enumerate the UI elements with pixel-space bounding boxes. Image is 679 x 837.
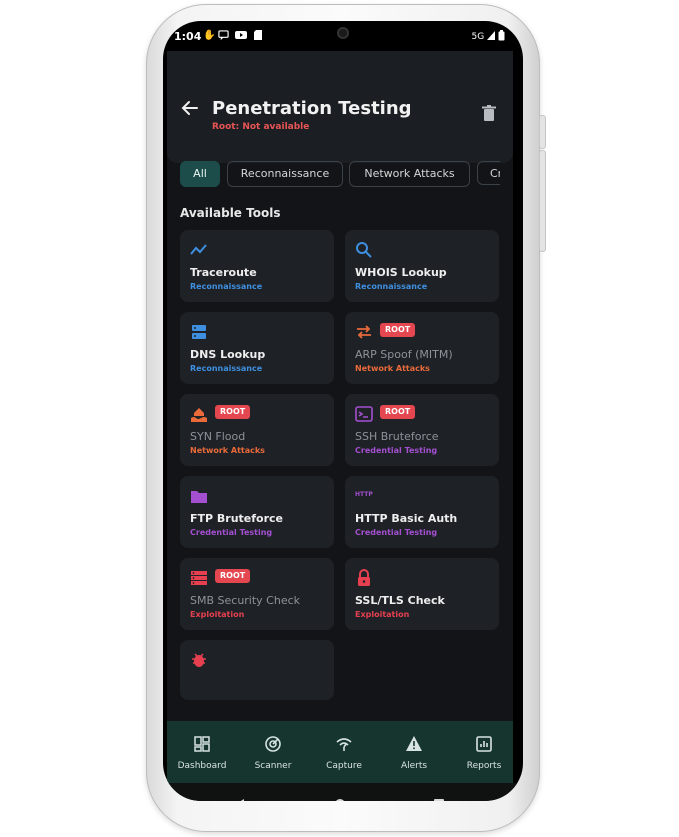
nav-label: Alerts: [400, 761, 428, 771]
bug-icon: [192, 653, 206, 667]
tool-category: Exploitation: [190, 610, 245, 619]
tool-card-whois-lookup[interactable]: WHOIS Lookup Reconnaissance: [345, 230, 499, 302]
system-navigation-bar: [163, 783, 523, 801]
bottom-navigation: Dashboard Scanner Capture Alerts Reports: [167, 721, 513, 783]
tool-name: Traceroute: [190, 266, 257, 279]
hand-icon: ✋: [203, 30, 216, 41]
section-title: Available Tools: [180, 206, 281, 220]
nav-reports[interactable]: Reports: [450, 721, 518, 783]
system-back-icon[interactable]: [234, 798, 246, 801]
nav-scanner[interactable]: Scanner: [239, 721, 307, 783]
tool-name: ARP Spoof (MITM): [355, 348, 453, 361]
nav-alerts[interactable]: Alerts: [380, 721, 448, 783]
tool-category: Credential Testing: [355, 528, 438, 537]
tool-category: Reconnaissance: [355, 282, 428, 291]
tool-category: Exploitation: [355, 610, 410, 619]
tool-name: SSL/TLS Check: [355, 594, 445, 607]
http-icon: HTTP: [355, 491, 373, 498]
tool-card-http-basic-auth[interactable]: HTTP HTTP Basic Auth Credential Testing: [345, 476, 499, 548]
status-right: 5G: [472, 30, 505, 42]
radar-icon: [265, 736, 281, 752]
nav-capture[interactable]: Capture: [310, 721, 378, 783]
tool-card-traceroute[interactable]: Traceroute Reconnaissance: [180, 230, 334, 302]
tool-name: SYN Flood: [190, 430, 246, 443]
nav-label: Dashboard: [177, 761, 227, 771]
tool-category: Network Attacks: [355, 364, 430, 373]
battery-icon: [498, 30, 505, 41]
folder-icon: [191, 491, 207, 503]
youtube-icon: [235, 30, 247, 43]
trash-icon[interactable]: [482, 105, 496, 121]
volume-button: [539, 150, 546, 252]
tool-name: SSH Bruteforce: [355, 430, 439, 443]
report-icon: [476, 736, 492, 752]
chip-all[interactable]: All: [180, 161, 220, 187]
nav-dashboard[interactable]: Dashboard: [168, 721, 236, 783]
root-status: Root: Not available: [212, 122, 310, 132]
sim-icon: [254, 30, 262, 43]
system-recents-icon[interactable]: [433, 798, 445, 801]
search-icon: [356, 242, 372, 258]
tool-card-syn-flood[interactable]: ROOT SYN Flood Network Attacks: [180, 394, 334, 466]
tool-category: Credential Testing: [355, 446, 438, 455]
tool-name: WHOIS Lookup: [355, 266, 447, 279]
chip-credential-testing[interactable]: Cr: [477, 161, 500, 185]
wifi-capture-icon: [336, 738, 352, 751]
flood-icon: [191, 408, 207, 422]
tool-category: Credential Testing: [190, 528, 273, 537]
tool-card-partial[interactable]: [180, 640, 334, 700]
front-camera: [337, 27, 349, 39]
tool-category: Network Attacks: [190, 446, 265, 455]
system-home-icon[interactable]: [334, 798, 346, 801]
power-button: [539, 115, 546, 149]
tool-name: DNS Lookup: [190, 348, 266, 361]
tool-card-smb-security-check[interactable]: ROOT SMB Security Check Exploitation: [180, 558, 334, 630]
root-badge: ROOT: [215, 569, 251, 583]
root-badge: ROOT: [380, 323, 416, 337]
chip-network-attacks[interactable]: Network Attacks: [349, 161, 470, 187]
nav-label: Scanner: [254, 761, 292, 771]
signal-icon: [487, 31, 496, 40]
server-list-icon: [191, 571, 207, 585]
dns-server-icon: [192, 325, 206, 339]
phone-screen: 1:04 ✋ 5G Penetration Testing Root: Not …: [163, 21, 523, 801]
back-arrow-icon[interactable]: [179, 97, 201, 119]
terminal-icon: [355, 406, 373, 422]
tool-card-ssh-bruteforce[interactable]: ROOT SSH Bruteforce Credential Testing: [345, 394, 499, 466]
tool-card-ssl-tls-check[interactable]: SSL/TLS Check Exploitation: [345, 558, 499, 630]
chip-reconnaissance[interactable]: Reconnaissance: [227, 161, 343, 187]
nav-label: Reports: [466, 761, 502, 771]
tool-category: Reconnaissance: [190, 282, 263, 291]
root-badge: ROOT: [380, 405, 416, 419]
tool-category: Reconnaissance: [190, 364, 263, 373]
tool-name: HTTP Basic Auth: [355, 512, 458, 525]
trend-line-icon: [190, 244, 207, 255]
dashboard-icon: [194, 736, 210, 752]
chat-icon: [218, 30, 229, 44]
tool-card-ftp-bruteforce[interactable]: FTP Bruteforce Credential Testing: [180, 476, 334, 548]
page-title: Penetration Testing: [212, 98, 412, 119]
lock-icon: [358, 569, 370, 586]
tool-name: SMB Security Check: [190, 594, 301, 607]
network-label: 5G: [471, 32, 485, 42]
filter-chips: All Reconnaissance Network Attacks Cr: [180, 161, 500, 189]
tool-name: FTP Bruteforce: [190, 512, 284, 525]
nav-label: Capture: [326, 761, 362, 771]
warning-icon: [406, 736, 422, 751]
tool-card-arp-spoof[interactable]: ROOT ARP Spoof (MITM) Network Attacks: [345, 312, 499, 384]
root-badge: ROOT: [215, 405, 251, 419]
status-time: 1:04: [174, 30, 202, 43]
tool-card-dns-lookup[interactable]: DNS Lookup Reconnaissance: [180, 312, 334, 384]
swap-arrows-icon: [357, 325, 371, 339]
